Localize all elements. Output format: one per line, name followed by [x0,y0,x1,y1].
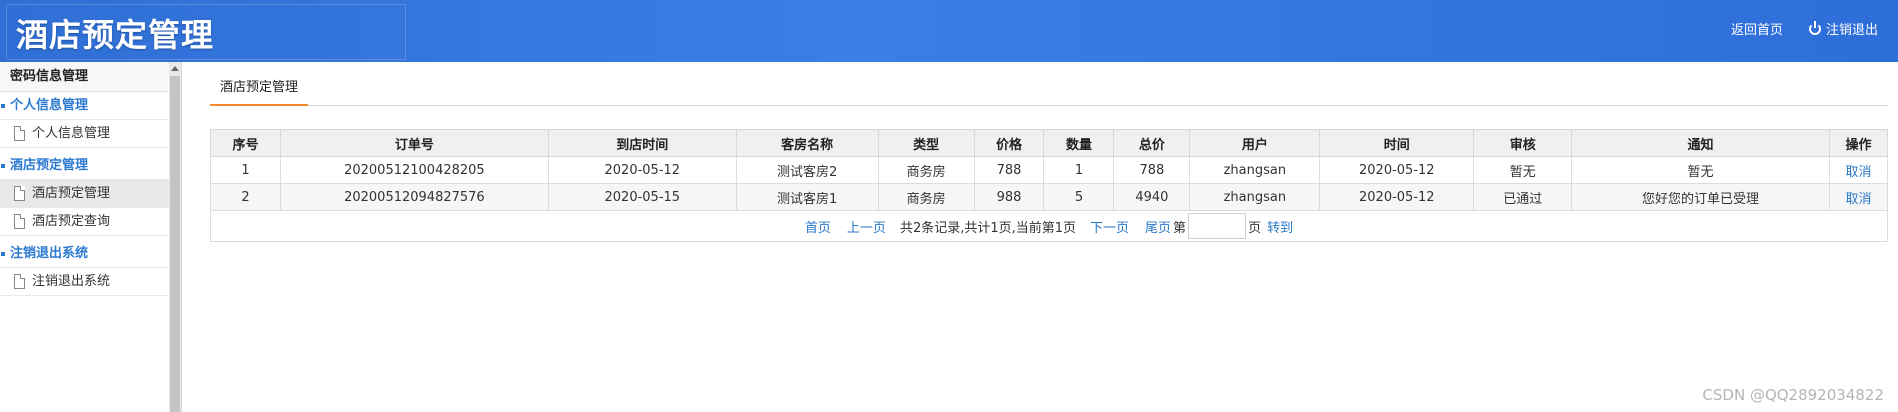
sidebar-item-booking-query[interactable]: 酒店预定查询 [0,208,169,236]
column-header: 客房名称 [735,129,879,157]
tab-bar: 酒店预定管理 [210,76,1888,106]
table-cell: 988 [973,183,1045,211]
table-row: 1 20200512100428205 2020-05-12 测试客房2 商务房… [210,156,1889,184]
first-page-link[interactable]: 首页 [805,217,831,236]
table-cell: 20200512100428205 [279,156,549,184]
bullet-icon [1,104,5,108]
table-cell: 商务房 [877,183,975,211]
page-prefix: 第 [1173,220,1187,236]
table-cell: 4940 [1113,183,1191,211]
scroll-up-arrow-icon[interactable] [171,66,179,71]
pagination: 首页 上一页 共2条记录,共计1页,当前第1页 下一页 尾页 第 页 转到 [211,213,1887,239]
column-header: 通知 [1571,129,1830,157]
sidebar-group-label: 注销退出系统 [10,246,89,261]
table-cell: 取消 [1828,156,1889,184]
sidebar: 密码信息管理 个人信息管理 个人信息管理 酒店预定管理 酒店预定管理 酒店预定查… [0,62,182,412]
table-cell: 暂无 [1473,156,1573,184]
table-cell: 2020-05-12 [547,156,737,184]
document-icon [14,126,25,141]
column-header: 到店时间 [547,129,737,157]
bullet-icon [1,164,5,168]
power-icon [1808,20,1821,35]
table-cell: zhangsan [1189,156,1321,184]
main-content: 酒店预定管理 序号 订单号 到店时间 客房名称 类型 价格 数量 总价 用户 时… [196,62,1889,412]
column-header: 订单号 [279,129,549,157]
column-header: 总价 [1113,129,1191,157]
table-cell: 已通过 [1473,183,1573,211]
table-cell: 788 [973,156,1045,184]
home-link-label: 返回首页 [1730,23,1783,38]
sidebar-heading[interactable]: 密码信息管理 [0,62,169,92]
sidebar-item-label: 个人信息管理 [32,126,111,141]
prev-page-link[interactable]: 上一页 [847,217,886,236]
table-cell: 测试客房2 [735,156,879,184]
top-header: 酒店预定管理 返回首页 注销退出 [0,0,1898,62]
sidebar-item-logout[interactable]: 注销退出系统 [0,268,169,296]
last-page-link[interactable]: 尾页 [1145,217,1171,236]
sidebar-item-booking-manage[interactable]: 酒店预定管理 [0,180,169,208]
table-cell: 5 [1043,183,1115,211]
header-nav: 返回首页 注销退出 [1731,19,1878,38]
cancel-link[interactable]: 取消 [1845,192,1871,207]
document-icon [14,274,25,289]
page-number-input[interactable] [1188,213,1247,239]
sidebar-scrollbar[interactable] [169,62,181,412]
column-header: 价格 [973,129,1045,157]
column-header: 时间 [1319,129,1475,157]
pager-info: 共2条记录,共计1页,当前第1页 [899,220,1077,236]
sidebar-group-booking[interactable]: 酒店预定管理 [0,152,169,180]
column-header: 序号 [210,129,281,157]
scrollbar-thumb[interactable] [170,76,180,412]
go-to-page-link[interactable]: 转到 [1267,217,1293,236]
sidebar-item-label: 酒店预定查询 [32,214,111,229]
column-header: 类型 [877,129,975,157]
column-header: 操作 [1828,129,1889,157]
sidebar-item-label: 酒店预定管理 [32,186,111,201]
table-header-row: 序号 订单号 到店时间 客房名称 类型 价格 数量 总价 用户 时间 审核 通知… [210,129,1889,157]
document-icon [14,214,25,229]
sidebar-group-label: 个人信息管理 [10,98,89,113]
table-cell: 2020-05-12 [1319,156,1475,184]
tab-booking-manage[interactable]: 酒店预定管理 [210,76,309,106]
table-cell: 您好您的订单已受理 [1571,183,1830,211]
table-cell: 商务房 [877,156,975,184]
next-page-link[interactable]: 下一页 [1090,217,1129,236]
cancel-link[interactable]: 取消 [1845,165,1871,180]
pager-row: 首页 上一页 共2条记录,共计1页,当前第1页 下一页 尾页 第 页 转到 [210,210,1888,242]
table-cell: 取消 [1828,183,1889,211]
sidebar-group-personal[interactable]: 个人信息管理 [0,92,169,120]
logout-link[interactable]: 注销退出 [1808,19,1878,38]
column-header: 审核 [1473,129,1573,157]
table-cell: 788 [1113,156,1191,184]
table-cell: 测试客房1 [735,183,879,211]
table-cell: 2020-05-15 [547,183,737,211]
sidebar-item-label: 注销退出系统 [32,274,111,289]
app-title: 酒店预定管理 [16,16,215,54]
document-icon [14,186,25,201]
table-cell: 暂无 [1571,156,1830,184]
table-cell: zhangsan [1189,183,1321,211]
sidebar-group-label: 酒店预定管理 [10,158,89,173]
sidebar-item-personal-info[interactable]: 个人信息管理 [0,120,169,148]
orders-table: 序号 订单号 到店时间 客房名称 类型 价格 数量 总价 用户 时间 审核 通知… [210,129,1889,242]
column-header: 用户 [1189,129,1321,157]
watermark: CSDN @QQ2892034822 [1702,386,1884,404]
home-link[interactable]: 返回首页 [1731,19,1783,38]
table-cell: 2020-05-12 [1319,183,1475,211]
column-header: 数量 [1043,129,1115,157]
table-cell: 1 [1043,156,1115,184]
table-cell: 1 [210,156,281,184]
bullet-icon [1,252,5,256]
table-cell: 2 [210,183,281,211]
sidebar-group-logout[interactable]: 注销退出系统 [0,240,169,268]
table-row: 2 20200512094827576 2020-05-15 测试客房1 商务房… [210,183,1889,211]
logout-link-label: 注销退出 [1825,23,1878,38]
pager-cell: 首页 上一页 共2条记录,共计1页,当前第1页 下一页 尾页 第 页 转到 [210,210,1888,242]
page-suffix: 页 [1248,220,1262,236]
table-cell: 20200512094827576 [279,183,549,211]
